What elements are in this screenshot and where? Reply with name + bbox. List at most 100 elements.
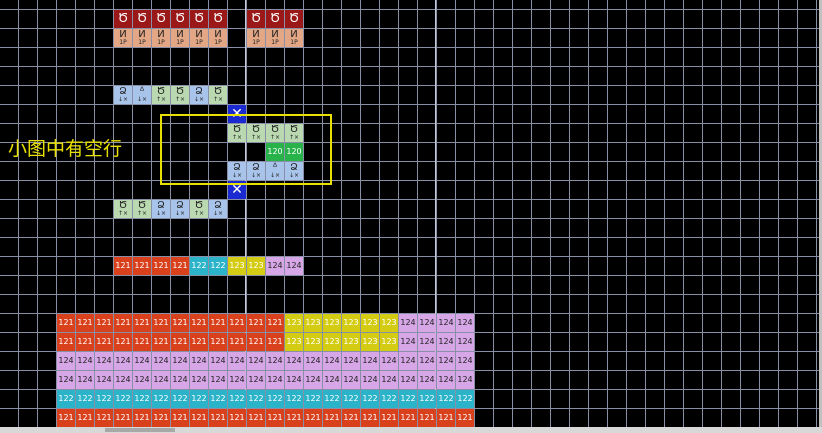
purl-label-cell[interactable]: Ͷ 1P: [114, 29, 132, 47]
chart-color-cell[interactable]: 121: [152, 409, 170, 427]
chart-color-cell[interactable]: 123: [342, 333, 360, 351]
chart-color-cell[interactable]: 124: [95, 352, 113, 370]
purl-label-cell[interactable]: Ͷ 1P: [285, 29, 303, 47]
chart-color-cell[interactable]: 122: [76, 390, 94, 408]
chart-color-cell[interactable]: 124: [456, 352, 474, 370]
chart-color-cell[interactable]: 123: [323, 333, 341, 351]
chart-color-cell[interactable]: 124: [247, 352, 265, 370]
purl-label-cell[interactable]: Ͷ 1P: [266, 29, 284, 47]
purl-label-cell[interactable]: Ͷ 1P: [152, 29, 170, 47]
chart-color-cell[interactable]: 123: [361, 333, 379, 351]
chart-color-cell[interactable]: 124: [171, 352, 189, 370]
purl-label-cell[interactable]: Ͷ 1P: [171, 29, 189, 47]
chart-color-cell[interactable]: 121: [95, 314, 113, 332]
chart-color-cell[interactable]: 121: [133, 409, 151, 427]
chart-color-cell[interactable]: 124: [76, 352, 94, 370]
chart-color-cell[interactable]: 122: [285, 390, 303, 408]
chart-color-cell[interactable]: 121: [228, 314, 246, 332]
chart-color-cell[interactable]: 121: [247, 314, 265, 332]
chart-color-cell[interactable]: 121: [247, 409, 265, 427]
chart-color-cell[interactable]: 121: [190, 314, 208, 332]
chart-color-cell[interactable]: 124: [399, 314, 417, 332]
chart-color-cell[interactable]: 123: [285, 314, 303, 332]
chart-color-cell[interactable]: 122: [57, 390, 75, 408]
top-symbol-cell[interactable]: Ծ: [133, 10, 151, 28]
chart-color-cell[interactable]: 121: [266, 314, 284, 332]
chart-color-cell[interactable]: 122: [228, 390, 246, 408]
chart-color-cell[interactable]: 123: [361, 314, 379, 332]
chart-color-cell[interactable]: 123: [380, 314, 398, 332]
purl-label-cell[interactable]: Ͷ 1P: [190, 29, 208, 47]
chart-color-cell[interactable]: 124: [247, 371, 265, 389]
chart-color-cell[interactable]: 124: [228, 352, 246, 370]
chart-color-cell[interactable]: 121: [76, 333, 94, 351]
chart-color-cell[interactable]: 121: [114, 409, 132, 427]
stitch-symbol-cell[interactable]: Ձ ↓×: [152, 200, 170, 218]
chart-color-cell[interactable]: 121: [437, 409, 455, 427]
chart-color-cell[interactable]: 124: [342, 371, 360, 389]
chart-color-cell[interactable]: 124: [418, 314, 436, 332]
chart-color-cell[interactable]: 124: [418, 352, 436, 370]
chart-color-cell[interactable]: 123: [380, 333, 398, 351]
summary-color-cell[interactable]: 123: [247, 257, 265, 275]
chart-color-cell[interactable]: 123: [304, 333, 322, 351]
top-symbol-cell[interactable]: Ծ: [190, 10, 208, 28]
chart-color-cell[interactable]: 121: [114, 333, 132, 351]
chart-color-cell[interactable]: 121: [76, 409, 94, 427]
chart-color-cell[interactable]: 124: [418, 371, 436, 389]
chart-color-cell[interactable]: 124: [57, 352, 75, 370]
chart-color-cell[interactable]: 123: [285, 333, 303, 351]
chart-color-cell[interactable]: 124: [456, 314, 474, 332]
chart-color-cell[interactable]: 124: [285, 371, 303, 389]
chart-color-cell[interactable]: 122: [399, 390, 417, 408]
summary-color-cell[interactable]: 121: [114, 257, 132, 275]
chart-color-cell[interactable]: 121: [228, 409, 246, 427]
chart-color-cell[interactable]: 121: [323, 409, 341, 427]
chart-color-cell[interactable]: 121: [190, 333, 208, 351]
chart-color-cell[interactable]: 124: [418, 333, 436, 351]
chart-color-cell[interactable]: 124: [209, 371, 227, 389]
chart-color-cell[interactable]: 121: [304, 409, 322, 427]
chart-color-cell[interactable]: 124: [437, 352, 455, 370]
chart-color-cell[interactable]: 121: [152, 333, 170, 351]
chart-color-cell[interactable]: 124: [114, 371, 132, 389]
chart-color-cell[interactable]: 122: [190, 390, 208, 408]
top-symbol-cell[interactable]: Ծ: [114, 10, 132, 28]
purl-label-cell[interactable]: Ͷ 1P: [247, 29, 265, 47]
chart-color-cell[interactable]: 124: [437, 333, 455, 351]
stitch-symbol-cell[interactable]: Ձ ↓×: [114, 86, 132, 104]
purl-label-cell[interactable]: Ͷ 1P: [133, 29, 151, 47]
chart-color-cell[interactable]: 121: [95, 333, 113, 351]
chart-color-cell[interactable]: 124: [76, 371, 94, 389]
stitch-symbol-cell[interactable]: ᐞ ↓×: [133, 86, 151, 104]
chart-color-cell[interactable]: 121: [171, 333, 189, 351]
summary-color-cell[interactable]: 124: [285, 257, 303, 275]
chart-color-cell[interactable]: 124: [209, 352, 227, 370]
chart-color-cell[interactable]: 121: [133, 333, 151, 351]
chart-color-cell[interactable]: 122: [95, 390, 113, 408]
chart-color-cell[interactable]: 124: [380, 371, 398, 389]
summary-color-cell[interactable]: 121: [171, 257, 189, 275]
chart-color-cell[interactable]: 121: [418, 409, 436, 427]
chart-color-cell[interactable]: 124: [190, 352, 208, 370]
top-symbol-cell[interactable]: Ծ: [266, 10, 284, 28]
chart-color-cell[interactable]: 121: [190, 409, 208, 427]
stitch-symbol-cell[interactable]: Ծ ↑×: [190, 200, 208, 218]
chart-color-cell[interactable]: 121: [342, 409, 360, 427]
chart-color-cell[interactable]: 124: [304, 352, 322, 370]
chart-color-cell[interactable]: 121: [171, 314, 189, 332]
chart-color-cell[interactable]: 121: [57, 333, 75, 351]
chart-color-cell[interactable]: 121: [399, 409, 417, 427]
chart-color-cell[interactable]: 124: [361, 352, 379, 370]
stitch-symbol-cell[interactable]: Ծ ↑×: [133, 200, 151, 218]
chart-color-cell[interactable]: 121: [456, 409, 474, 427]
stitch-symbol-cell[interactable]: Ձ ↓×: [190, 86, 208, 104]
summary-color-cell[interactable]: 121: [152, 257, 170, 275]
chart-color-cell[interactable]: 122: [418, 390, 436, 408]
chart-color-cell[interactable]: 123: [304, 314, 322, 332]
top-symbol-cell[interactable]: Ծ: [152, 10, 170, 28]
summary-color-cell[interactable]: 122: [190, 257, 208, 275]
chart-color-cell[interactable]: 124: [399, 352, 417, 370]
chart-color-cell[interactable]: 121: [114, 314, 132, 332]
top-symbol-cell[interactable]: Ծ: [247, 10, 265, 28]
